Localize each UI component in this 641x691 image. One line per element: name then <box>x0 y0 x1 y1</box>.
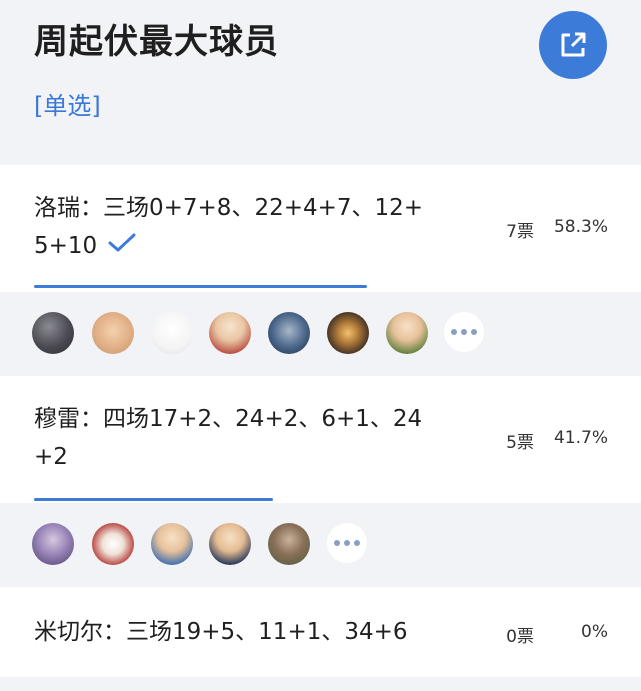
voter-avatar[interactable] <box>151 312 193 354</box>
poll-option-murray[interactable]: 穆雷：四场17+2、24+2、6+1、24+2 5票 41.7% <box>0 376 641 503</box>
more-voters-button[interactable] <box>444 312 484 352</box>
progress-bar <box>34 285 606 288</box>
voter-avatar[interactable] <box>268 312 310 354</box>
voter-avatar[interactable] <box>151 523 193 565</box>
option-text: 洛瑞：三场0+7+8、22+4+7、12+5+10 <box>34 189 434 266</box>
voter-avatar[interactable] <box>386 312 428 354</box>
progress-fill <box>34 285 368 288</box>
voter-avatar[interactable] <box>209 523 251 565</box>
poll-option-mitchell[interactable]: 米切尔：三场19+5、11+1、34+6 0票 0% <box>0 587 641 677</box>
progress-bar <box>34 498 606 501</box>
poll-title: 周起伏最大球员 <box>34 22 279 62</box>
voter-avatar[interactable] <box>327 312 369 354</box>
vote-percent: 0% <box>581 622 608 642</box>
option-label: 洛瑞：三场0+7+8、22+4+7、12+5+10 <box>34 195 424 259</box>
poll-header: 周起伏最大球员 [单选] <box>0 0 641 165</box>
voter-avatar[interactable] <box>209 312 251 354</box>
voter-avatar[interactable] <box>268 523 310 565</box>
vote-count: 5票 <box>506 433 534 453</box>
vote-percent: 41.7% <box>553 428 608 448</box>
voter-avatar[interactable] <box>92 312 134 354</box>
vote-count: 0票 <box>506 627 534 647</box>
question-type-label: [单选] <box>34 92 101 120</box>
check-icon <box>107 228 137 266</box>
more-voters-button[interactable] <box>327 523 367 563</box>
vote-count: 7票 <box>506 222 534 242</box>
poll-option-lowry[interactable]: 洛瑞：三场0+7+8、22+4+7、12+5+10 7票 58.3% <box>0 165 641 292</box>
share-button[interactable] <box>539 11 607 79</box>
external-link-icon <box>561 32 586 57</box>
voter-avatar-row <box>0 503 641 587</box>
voter-avatar-row <box>0 292 641 376</box>
progress-fill <box>34 498 273 501</box>
option-text: 穆雷：四场17+2、24+2、6+1、24+2 <box>34 406 423 470</box>
voter-avatar[interactable] <box>32 312 74 354</box>
vote-percent: 58.3% <box>553 217 608 237</box>
voter-avatar[interactable] <box>32 523 74 565</box>
option-text: 米切尔：三场19+5、11+1、34+6 <box>34 619 408 645</box>
voter-avatar[interactable] <box>92 523 134 565</box>
